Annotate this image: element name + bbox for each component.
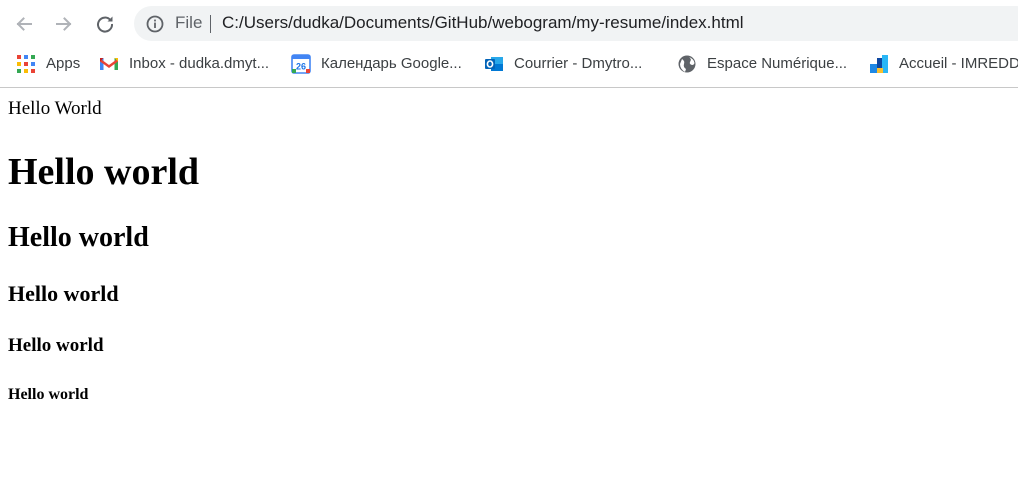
heading-h5: Hello world: [8, 386, 89, 403]
heading-h1: Hello world: [8, 151, 200, 193]
reload-icon: [97, 16, 114, 33]
apps-grid-icon: [17, 55, 35, 73]
heading-h3: Hello world: [8, 281, 119, 306]
outlook-icon: [485, 57, 503, 71]
info-icon[interactable]: [145, 14, 165, 34]
gmail-icon: [100, 58, 118, 70]
bookmark-outlook[interactable]: Courrier - Dmytro...: [484, 51, 642, 77]
bookmark-gmail[interactable]: Inbox - dudka.dmyt...: [99, 51, 269, 77]
bookmark-apps[interactable]: Apps: [16, 51, 80, 77]
bookmark-espace-numerique[interactable]: Espace Numérique...: [677, 51, 847, 77]
bookmark-imredd[interactable]: Accueil - IMREDD: [869, 51, 1018, 77]
bookmark-label: Календарь Google...: [321, 55, 462, 72]
browser-chrome: File C:/Users/dudka/Documents/GitHub/web…: [0, 0, 1018, 88]
reload-button[interactable]: [88, 7, 122, 41]
imredd-icon: [870, 55, 888, 73]
bookmark-label: Courrier - Dmytro...: [514, 55, 643, 72]
url-scheme-label: File: [175, 13, 203, 32]
heading-h2: Hello world: [8, 222, 149, 253]
bookmark-google-calendar[interactable]: 26 Календарь Google...: [291, 51, 462, 77]
bookmark-label: Espace Numérique...: [707, 55, 848, 72]
google-calendar-icon: 26: [291, 54, 311, 74]
bookmark-label: Apps: [46, 55, 81, 72]
body-text: Hello World: [8, 98, 102, 119]
bookmarks-bar: Apps Inbox - dudka.dmyt... 26 Календарь …: [0, 47, 1018, 81]
url-text[interactable]: C:/Users/dudka/Documents/GitHub/webogram…: [222, 13, 744, 33]
back-button[interactable]: [7, 7, 41, 41]
address-bar[interactable]: File C:/Users/dudka/Documents/GitHub/web…: [134, 6, 1018, 41]
calendar-day-number: 26: [296, 62, 306, 72]
arrow-left-icon: [16, 17, 32, 31]
globe-icon: [678, 55, 696, 73]
url-separator: [210, 15, 211, 33]
heading-h4: Hello world: [8, 335, 104, 356]
browser-toolbar: File C:/Users/dudka/Documents/GitHub/web…: [0, 0, 1018, 46]
bookmark-label: Accueil - IMREDD: [899, 55, 1018, 72]
arrow-right-icon: [56, 17, 72, 31]
bookmark-label: Inbox - dudka.dmyt...: [129, 55, 270, 72]
forward-button[interactable]: [47, 7, 81, 41]
